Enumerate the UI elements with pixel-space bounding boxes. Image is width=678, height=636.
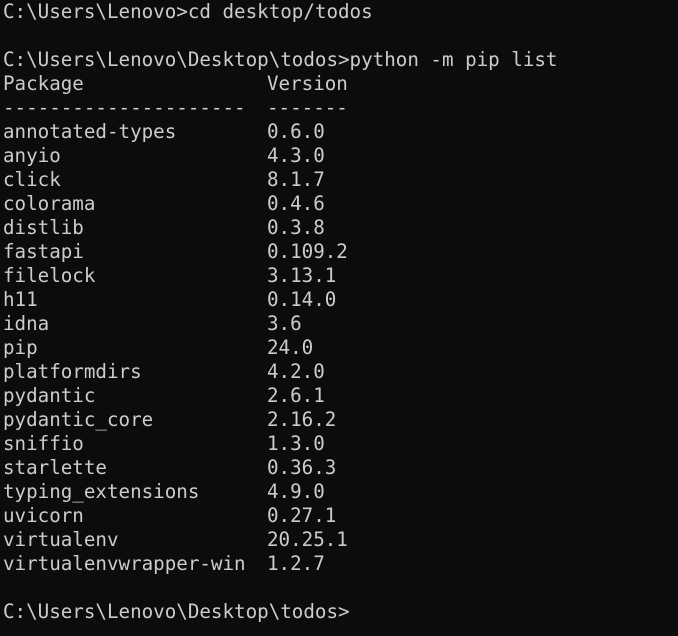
package-name: annotated-types xyxy=(3,120,177,143)
package-version: 0.36.3 xyxy=(267,456,337,479)
table-row: typing_extensions 4.9.0 xyxy=(0,480,678,504)
package-name: idna xyxy=(3,312,50,335)
table-row: idna 3.6 xyxy=(0,312,678,336)
table-header: Package Version xyxy=(0,72,678,96)
table-row: starlette 0.36.3 xyxy=(0,456,678,480)
command-prompt[interactable]: C:\Users\Lenovo\Desktop\todos> xyxy=(0,600,678,624)
header-version: Version xyxy=(267,72,348,95)
table-row: colorama 0.4.6 xyxy=(0,192,678,216)
package-version: 2.16.2 xyxy=(267,408,337,431)
table-rule: --------------------- ------- xyxy=(0,96,678,120)
table-row: pip 24.0 xyxy=(0,336,678,360)
package-version: 2.6.1 xyxy=(267,384,325,407)
package-version: 0.4.6 xyxy=(267,192,325,215)
table-row: anyio 4.3.0 xyxy=(0,144,678,168)
package-version: 20.25.1 xyxy=(267,528,348,551)
rule-package: --------------------- xyxy=(3,96,246,119)
package-version: 8.1.7 xyxy=(267,168,325,191)
package-version: 0.109.2 xyxy=(267,240,348,263)
package-name: fastapi xyxy=(3,240,84,263)
package-name: virtualenv xyxy=(3,528,119,551)
package-name: typing_extensions xyxy=(3,480,200,503)
package-version: 1.2.7 xyxy=(267,552,325,575)
package-version: 1.3.0 xyxy=(267,432,325,455)
package-name: pydantic_core xyxy=(3,408,154,431)
command-text: C:\Users\Lenovo>cd desktop/todos xyxy=(3,0,373,23)
command-line-pip-list: C:\Users\Lenovo\Desktop\todos>python -m … xyxy=(0,48,678,72)
table-row: platformdirs 4.2.0 xyxy=(0,360,678,384)
package-name: distlib xyxy=(3,216,84,239)
package-version: 0.27.1 xyxy=(267,504,337,527)
package-name: starlette xyxy=(3,456,107,479)
package-version: 0.14.0 xyxy=(267,288,337,311)
table-row: uvicorn 0.27.1 xyxy=(0,504,678,528)
table-row: sniffio 1.3.0 xyxy=(0,432,678,456)
table-row: annotated-types 0.6.0 xyxy=(0,120,678,144)
package-name: virtualenvwrapper-win xyxy=(3,552,246,575)
command-text: C:\Users\Lenovo\Desktop\todos>python -m … xyxy=(3,48,558,71)
package-name: colorama xyxy=(3,192,96,215)
package-version: 3.6 xyxy=(267,312,302,335)
table-row: pydantic 2.6.1 xyxy=(0,384,678,408)
table-row: virtualenvwrapper-win 1.2.7 xyxy=(0,552,678,576)
package-version: 0.6.0 xyxy=(267,120,325,143)
package-version: 4.3.0 xyxy=(267,144,325,167)
table-row: pydantic_core 2.16.2 xyxy=(0,408,678,432)
package-name: sniffio xyxy=(3,432,84,455)
package-name: uvicorn xyxy=(3,504,84,527)
rule-version: ------- xyxy=(267,96,348,119)
package-name: platformdirs xyxy=(3,360,142,383)
package-version: 4.9.0 xyxy=(267,480,325,503)
package-version: 24.0 xyxy=(267,336,314,359)
table-row: distlib 0.3.8 xyxy=(0,216,678,240)
text-cursor xyxy=(350,600,352,624)
package-name: pydantic xyxy=(3,384,96,407)
header-package: Package xyxy=(3,72,84,95)
package-version: 4.2.0 xyxy=(267,360,325,383)
table-row: filelock 3.13.1 xyxy=(0,264,678,288)
table-row: virtualenv 20.25.1 xyxy=(0,528,678,552)
package-name: pip xyxy=(3,336,38,359)
prompt-text: C:\Users\Lenovo\Desktop\todos> xyxy=(3,600,350,623)
package-name: anyio xyxy=(3,144,61,167)
table-row: h11 0.14.0 xyxy=(0,288,678,312)
table-row: click 8.1.7 xyxy=(0,168,678,192)
command-line-cd: C:\Users\Lenovo>cd desktop/todos xyxy=(0,0,678,24)
package-name: filelock xyxy=(3,264,96,287)
package-version: 0.3.8 xyxy=(267,216,325,239)
package-name: click xyxy=(3,168,61,191)
table-row: fastapi 0.109.2 xyxy=(0,240,678,264)
package-version: 3.13.1 xyxy=(267,264,337,287)
terminal-window[interactable]: C:\Users\Lenovo>cd desktop/todos C:\User… xyxy=(0,0,678,636)
package-name: h11 xyxy=(3,288,38,311)
